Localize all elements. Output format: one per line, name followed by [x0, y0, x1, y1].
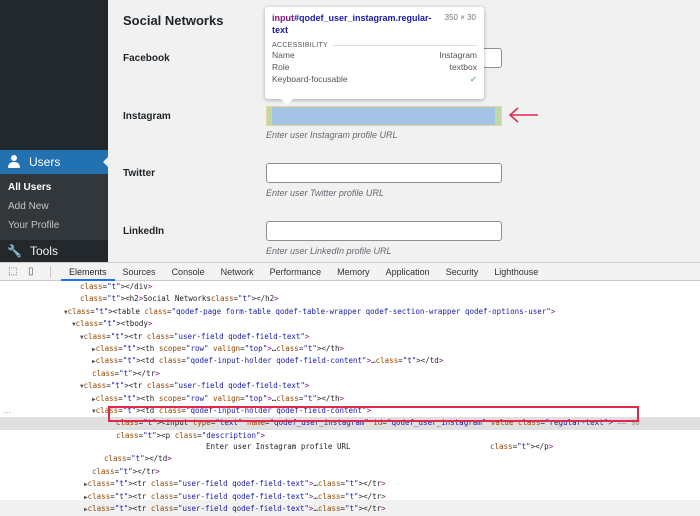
twitter-label: Twitter — [123, 168, 156, 179]
users-submenu: All Users Add New Your Profile — [0, 174, 108, 240]
facebook-label: Facebook — [123, 53, 170, 64]
red-arrow-icon — [508, 107, 538, 123]
tooltip-row: Keyboard-focusable ✓ — [272, 74, 477, 84]
dom-node[interactable]: class="t"></div> — [0, 281, 700, 293]
tab-console[interactable]: Console — [164, 263, 213, 281]
sidebar-item-label: Tools — [29, 244, 58, 258]
tooltip-row: Role textbox — [272, 62, 477, 72]
device-toolbar-icon[interactable]: ▯ — [28, 266, 40, 278]
user-icon — [7, 155, 21, 169]
dom-node[interactable]: ▶class="t"><tr class="user-field qodef-f… — [0, 491, 700, 503]
padding-highlight — [267, 107, 272, 125]
instagram-input[interactable] — [266, 106, 502, 126]
dom-node[interactable]: ▶class="t"><tr class="user-field qodef-f… — [0, 478, 700, 490]
tab-application[interactable]: Application — [378, 263, 438, 281]
linkedin-input[interactable] — [266, 221, 502, 241]
dom-node[interactable]: class="t"></tr> — [0, 368, 700, 380]
inspect-tooltip: input#qodef_user_instagram.regular-text … — [265, 7, 484, 105]
dom-node[interactable]: ▼class="t"><tr class="user-field qodef-f… — [0, 331, 700, 343]
tab-performance[interactable]: Performance — [262, 263, 330, 281]
dom-node[interactable]: ▶class="t"><th scope="row" valign="top">… — [0, 393, 700, 405]
tab-elements[interactable]: Elements — [61, 263, 115, 281]
check-circle-icon: ✓ — [469, 74, 477, 84]
dom-node[interactable]: ▼class="t"><tbody> — [0, 318, 700, 330]
dom-node[interactable]: class="t"></tr> — [0, 466, 700, 478]
twitter-input[interactable] — [266, 163, 502, 183]
instagram-label: Instagram — [123, 111, 171, 122]
dom-node[interactable]: class="t"></td> — [0, 453, 700, 465]
inspect-element-icon[interactable]: ⬚ — [8, 266, 20, 278]
tooltip-row: Name Instagram — [272, 50, 477, 60]
dom-tree: class="t"></div> class="t"><h2>Social Net… — [0, 281, 700, 515]
dom-node[interactable]: ▼class="t"><tr class="user-field qodef-f… — [0, 380, 700, 392]
tooltip-tail — [281, 99, 293, 105]
linkedin-label: LinkedIn — [123, 226, 165, 237]
tooltip-dimensions: 350 × 30 — [444, 13, 476, 22]
wrench-icon: 🔧 — [7, 244, 22, 258]
linkedin-description: Enter user LinkedIn profile URL — [266, 246, 392, 256]
dom-node[interactable]: ▼class="t"><table class="qodef-page form… — [0, 306, 700, 318]
section-title: Social Networks — [123, 13, 224, 28]
sidebar-item-tools[interactable]: 🔧 Tools — [0, 240, 108, 262]
divider — [50, 265, 51, 278]
submenu-add-new[interactable]: Add New — [0, 197, 108, 216]
highlight-box — [108, 406, 639, 422]
devtools-panel: ⬚ ▯ Elements Sources Console Network Per… — [0, 262, 700, 513]
tooltip-selector: input#qodef_user_instagram.regular-text — [272, 13, 432, 35]
dom-node[interactable]: ▶class="t"><th scope="row" valign="top">… — [0, 343, 700, 355]
padding-highlight — [495, 107, 501, 125]
submenu-all-users[interactable]: All Users — [0, 178, 108, 197]
instagram-description: Enter user Instagram profile URL — [266, 130, 398, 140]
tab-memory[interactable]: Memory — [329, 263, 378, 281]
tab-lighthouse[interactable]: Lighthouse — [486, 263, 546, 281]
more-icon[interactable]: ··· — [3, 408, 11, 417]
submenu-your-profile[interactable]: Your Profile — [0, 216, 108, 235]
dom-node[interactable]: ▶class="t"><td class="qodef-input-holder… — [0, 355, 700, 367]
dom-node[interactable]: ▶class="t"><tr class="user-field qodef-f… — [0, 503, 700, 515]
twitter-description: Enter user Twitter profile URL — [266, 188, 384, 198]
devtools-tabbar: ⬚ ▯ Elements Sources Console Network Per… — [0, 263, 700, 281]
sidebar-item-label: Users — [29, 155, 61, 169]
dom-node[interactable]: class="t"></p> — [0, 441, 700, 453]
tab-security[interactable]: Security — [438, 263, 487, 281]
sidebar-item-users[interactable]: Users — [0, 150, 108, 174]
dom-node[interactable]: class="t"><h2>Social Networksclass="t"><… — [0, 293, 700, 305]
tooltip-section: ACCESSIBILITY — [272, 42, 477, 49]
tab-network[interactable]: Network — [213, 263, 262, 281]
tab-sources[interactable]: Sources — [115, 263, 164, 281]
